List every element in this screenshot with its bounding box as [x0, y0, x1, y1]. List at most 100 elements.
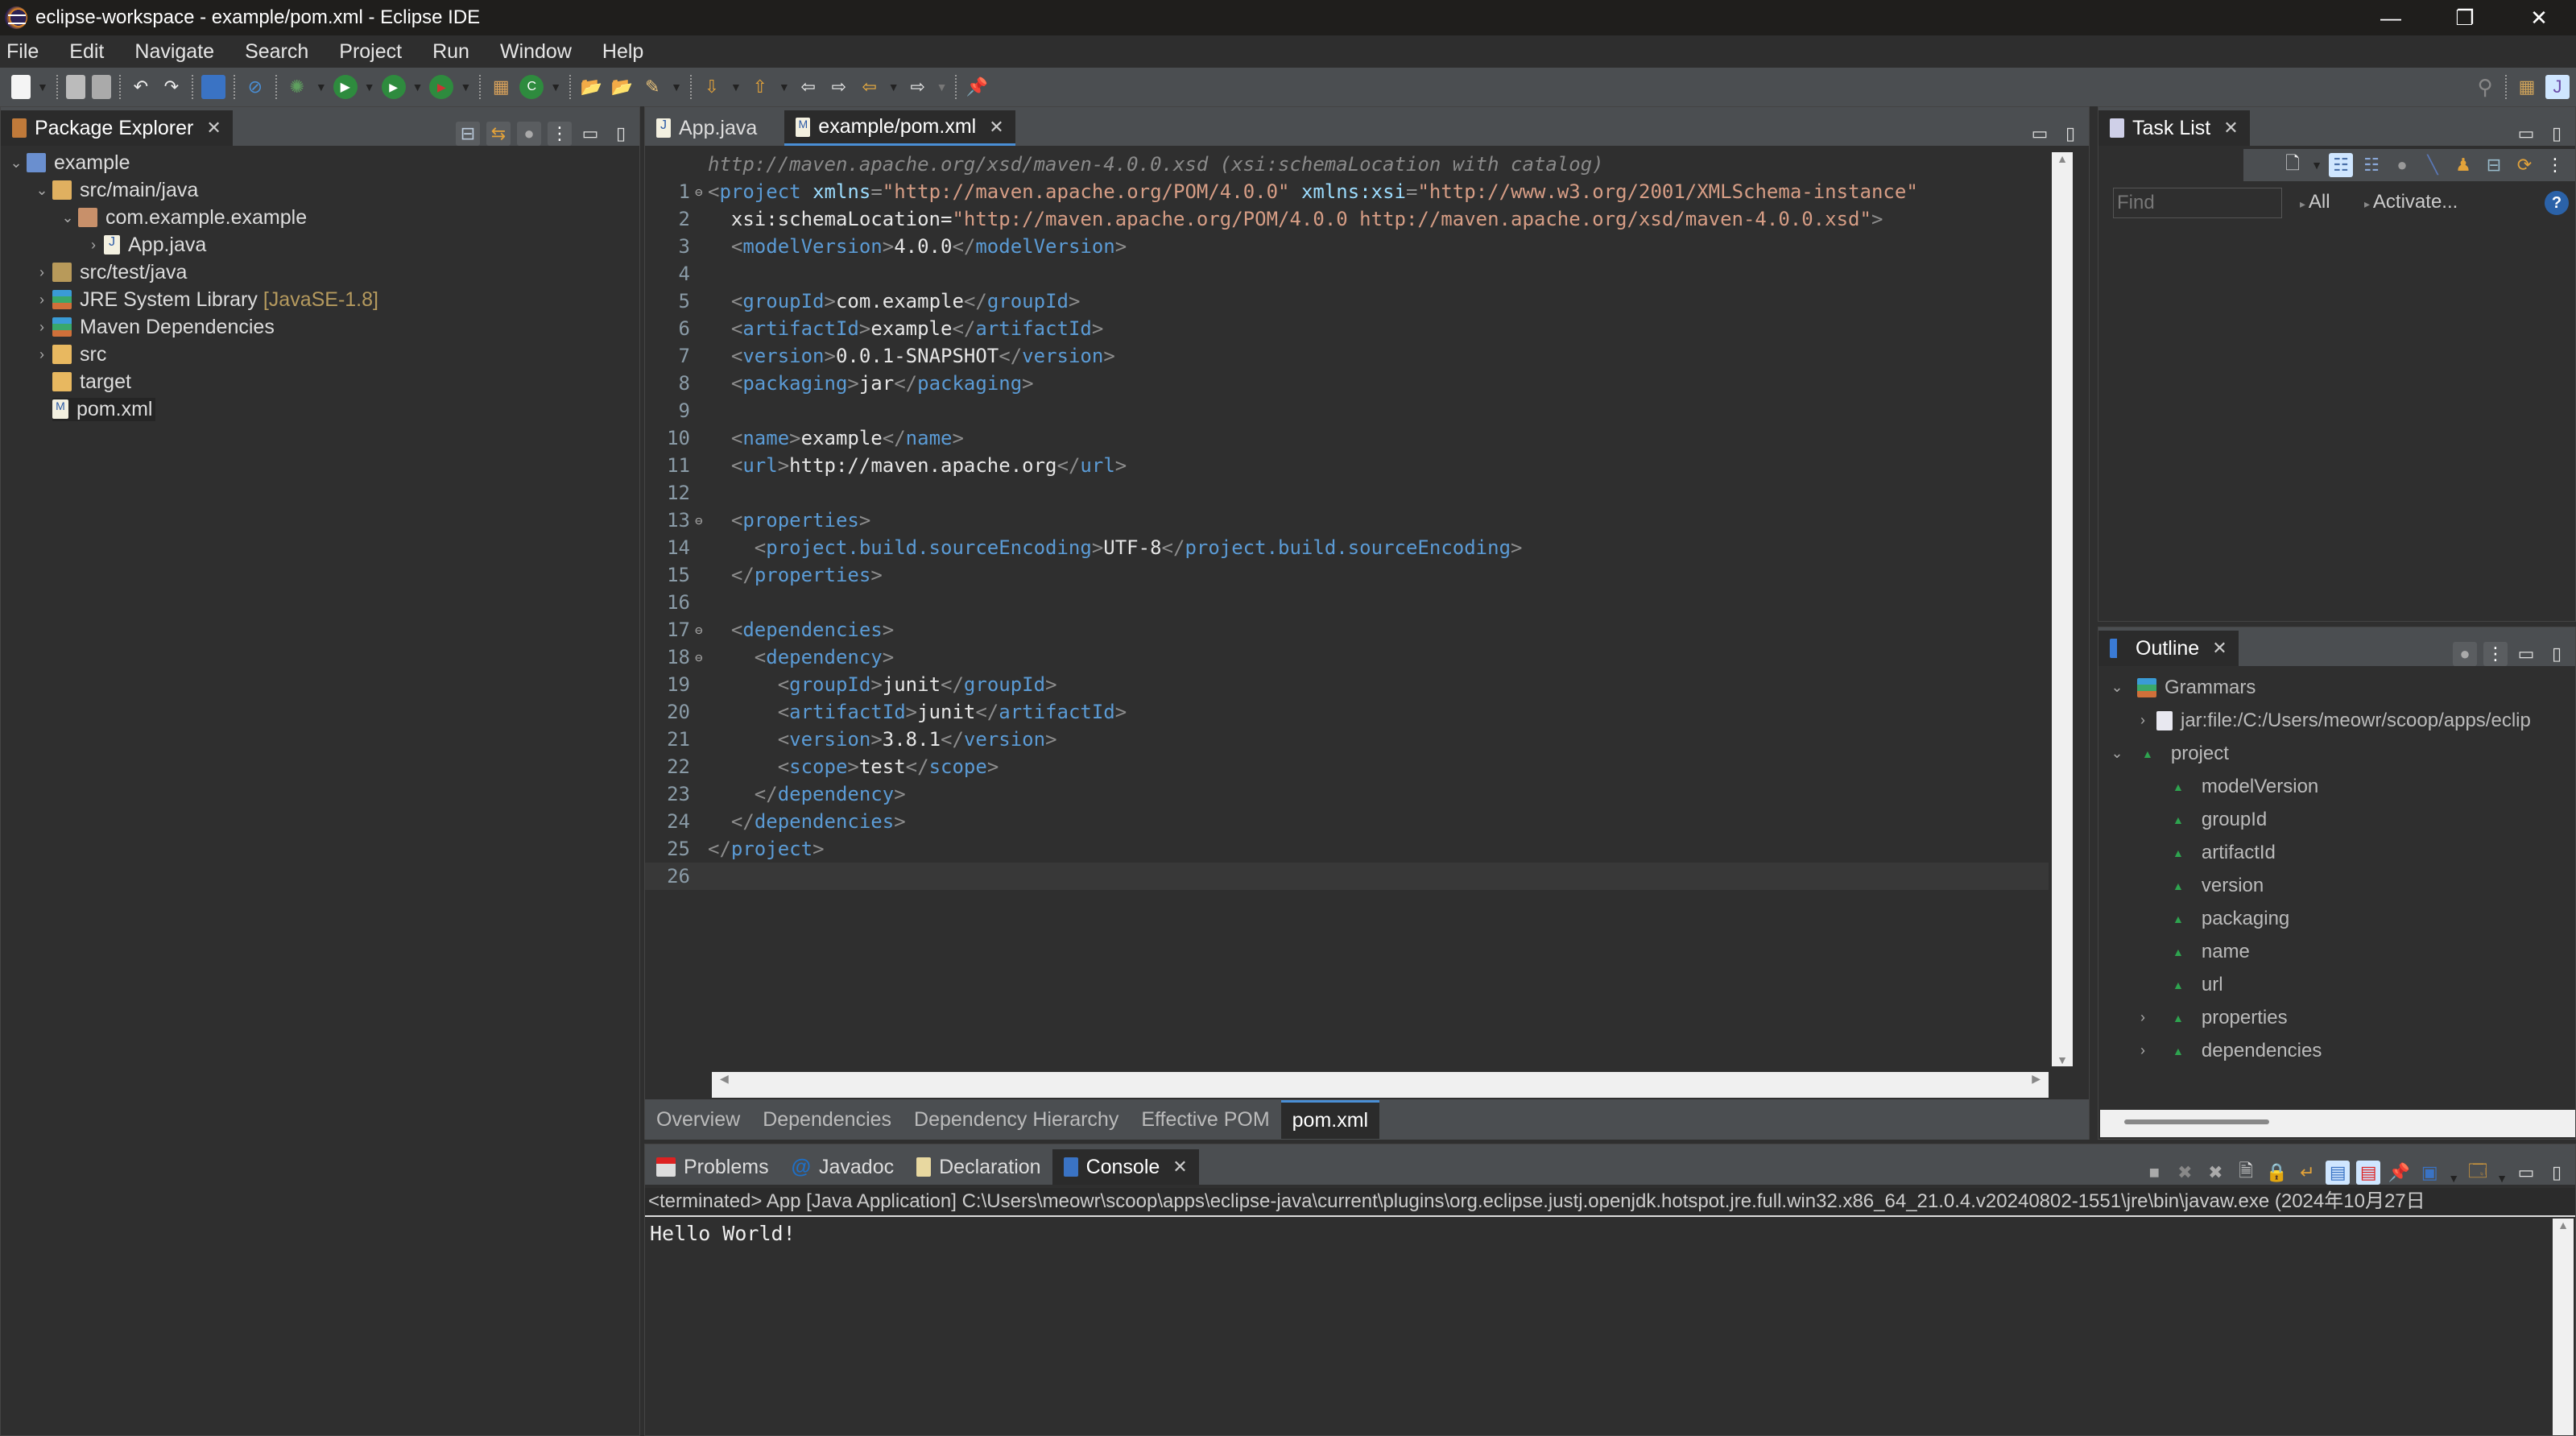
collapse-all-icon[interactable]: ⊟	[2482, 153, 2506, 177]
find-input[interactable]: Find	[2113, 188, 2282, 218]
tree-item-maven-dependencies[interactable]: › Maven Dependencies	[1, 313, 639, 341]
tree-item-jre-library[interactable]: › JRE System Library [JavaSE-1.8]	[1, 286, 639, 313]
close-tab-icon[interactable]: ✕	[2223, 118, 2238, 139]
code-line[interactable]: 13 ⊖ <properties>	[645, 507, 2049, 534]
outline-item-groupid[interactable]: ▲ groupId	[2098, 803, 2575, 836]
tab-javadoc[interactable]: @ Javadoc	[780, 1149, 906, 1185]
code-line[interactable]: 21 <version>3.8.1</version>	[645, 726, 2049, 753]
pin-console-icon[interactable]: 📌	[2387, 1161, 2411, 1185]
open-console-icon[interactable]: 🗔	[2466, 1161, 2490, 1185]
tree-item-app-java[interactable]: › J App.java	[1, 231, 639, 259]
menu-help[interactable]: Help	[602, 40, 643, 64]
tree-item-package[interactable]: ⌄ com.example.example	[1, 204, 639, 231]
code-line[interactable]: 2 xsi:schemaLocation="http://maven.apach…	[645, 205, 2049, 233]
code-line[interactable]: 1 ⊖ <project xmlns="http://maven.apache.or…	[645, 178, 2049, 205]
code-line[interactable]: 16	[645, 589, 2049, 616]
maximize-view-icon[interactable]: ▯	[609, 122, 633, 146]
tree-item-src-main-java[interactable]: ⌄ src/main/java	[1, 176, 639, 204]
display-console-icon[interactable]: ▣	[2417, 1161, 2442, 1185]
code-line[interactable]: 4	[645, 260, 2049, 288]
code-line[interactable]: 3 <modelVersion>4.0.0</modelVersion>	[645, 233, 2049, 260]
filters-icon[interactable]: ●	[2453, 642, 2477, 666]
code-line[interactable]: 25 </project>	[645, 835, 2049, 863]
outline-item-artifactid[interactable]: ▲ artifactId	[2098, 836, 2575, 869]
view-menu-icon[interactable]: ⋮	[2543, 153, 2567, 177]
tree-item-src[interactable]: › src	[1, 341, 639, 368]
code-line[interactable]: 24 </dependencies>	[645, 808, 2049, 835]
categorized-icon[interactable]: ☷	[2329, 153, 2353, 177]
menu-file[interactable]: File	[6, 40, 39, 64]
forward-edit-icon[interactable]: ⇨	[827, 75, 851, 99]
tab-console[interactable]: Console ✕	[1052, 1149, 1199, 1185]
forward-dropdown-icon[interactable]: ▼	[937, 81, 948, 93]
tab-app-java[interactable]: J App.java	[645, 110, 768, 146]
minimize-view-icon[interactable]: ▭	[2028, 122, 2052, 146]
console-scrollbar[interactable]: ▲	[2553, 1219, 2574, 1435]
tab-task-list[interactable]: Task List ✕	[2098, 110, 2250, 146]
synchronize-icon[interactable]: ⟳	[2512, 153, 2537, 177]
tab-overview[interactable]: Overview	[645, 1102, 751, 1137]
close-tab-icon[interactable]: ✕	[989, 117, 1003, 138]
next-annotation-icon[interactable]: ⇩	[700, 75, 724, 99]
fold-toggle-icon[interactable]: ⊖	[695, 623, 708, 638]
java-perspective-icon[interactable]: J	[2545, 75, 2570, 99]
display-console-dropdown-icon[interactable]: ▼	[2448, 1172, 2459, 1185]
last-edit-location-icon[interactable]: ⇦	[796, 75, 821, 99]
outline-item-grammar-jar[interactable]: › jar:file:/C:/Users/meowr/scoop/apps/ecl…	[2098, 704, 2575, 737]
open-console-dropdown-icon[interactable]: ▼	[2496, 1172, 2508, 1185]
outline-item-url[interactable]: ▲ url	[2098, 968, 2575, 1001]
help-icon[interactable]: ?	[2545, 191, 2569, 215]
view-menu-icon[interactable]: ⋮	[548, 122, 572, 146]
previous-annotation-icon[interactable]: ⇧	[748, 75, 772, 99]
pin-editor-icon[interactable]: 📌	[965, 75, 989, 99]
link-with-editor-icon[interactable]: ⇆	[486, 122, 511, 146]
tab-dependencies[interactable]: Dependencies	[751, 1102, 903, 1137]
minimize-view-icon[interactable]: ▭	[578, 122, 602, 146]
code-line[interactable]: 14 <project.build.sourceEncoding>UTF-8</…	[645, 534, 2049, 561]
new-package-icon[interactable]: ▦	[489, 75, 513, 99]
code-line[interactable]: 11 <url>http://maven.apache.org</url>	[645, 452, 2049, 479]
maximize-view-icon[interactable]: ▯	[2545, 122, 2569, 146]
fold-toggle-icon[interactable]: ⊖	[695, 650, 708, 665]
outline-item-name[interactable]: ▲ name	[2098, 935, 2575, 968]
tree-item-pom-xml[interactable]: Mpom.xml	[1, 395, 639, 423]
outline-item-packaging[interactable]: ▲ packaging	[2098, 902, 2575, 935]
focus-icon[interactable]: ●	[2390, 153, 2414, 177]
close-tab-icon[interactable]: ✕	[206, 118, 221, 139]
close-button[interactable]: ✕	[2502, 0, 2576, 35]
terminate-icon[interactable]: ■	[2142, 1161, 2166, 1185]
new-class-dropdown-icon[interactable]: ▼	[550, 81, 561, 93]
outline-horizontal-scrollbar[interactable]	[2100, 1110, 2575, 1137]
activate-task-link[interactable]: ▸ Activate...	[2364, 191, 2458, 213]
menu-navigate[interactable]: Navigate	[134, 40, 214, 64]
menu-project[interactable]: Project	[339, 40, 402, 64]
external-tools-dropdown-icon[interactable]: ▼	[460, 81, 471, 93]
tab-effective-pom[interactable]: Effective POM	[1130, 1102, 1280, 1137]
minimize-button[interactable]: —	[2354, 0, 2428, 35]
menu-search[interactable]: Search	[245, 40, 308, 64]
run-icon[interactable]: ▶	[333, 75, 358, 99]
code-line[interactable]: 23 </dependency>	[645, 780, 2049, 808]
outline-item-properties[interactable]: › ▲ properties	[2098, 1001, 2575, 1034]
new-task-icon[interactable]: 🗋	[2280, 153, 2305, 177]
filter-all-link[interactable]: ▸ All	[2300, 191, 2330, 213]
code-line[interactable]: 15 </properties>	[645, 561, 2049, 589]
redo-icon[interactable]: ↷	[159, 75, 184, 99]
word-wrap-icon[interactable]: ↵	[2295, 1161, 2319, 1185]
outline-item-version[interactable]: ▲ version	[2098, 869, 2575, 902]
new-class-icon[interactable]: C	[519, 75, 544, 99]
show-on-stdout-icon[interactable]: ▤	[2326, 1161, 2351, 1185]
maximize-view-icon[interactable]: ▯	[2058, 122, 2082, 146]
next-annotation-dropdown-icon[interactable]: ▼	[730, 81, 742, 93]
save-icon[interactable]	[65, 75, 85, 99]
collapse-all-icon[interactable]: ⊟	[456, 122, 480, 146]
save-all-icon[interactable]	[91, 75, 111, 99]
tree-item-target[interactable]: target	[1, 368, 639, 395]
minimize-view-icon[interactable]: ▭	[2514, 1161, 2538, 1185]
tab-declaration[interactable]: Declaration	[905, 1149, 1052, 1185]
external-tools-icon[interactable]: ▶	[429, 75, 454, 99]
clear-console-icon[interactable]: 🗎	[2234, 1161, 2258, 1185]
tab-dependency-hierarchy[interactable]: Dependency Hierarchy	[903, 1102, 1130, 1137]
forward-icon[interactable]: ⇨	[906, 75, 930, 99]
view-menu-icon[interactable]: ⋮	[2483, 642, 2508, 666]
